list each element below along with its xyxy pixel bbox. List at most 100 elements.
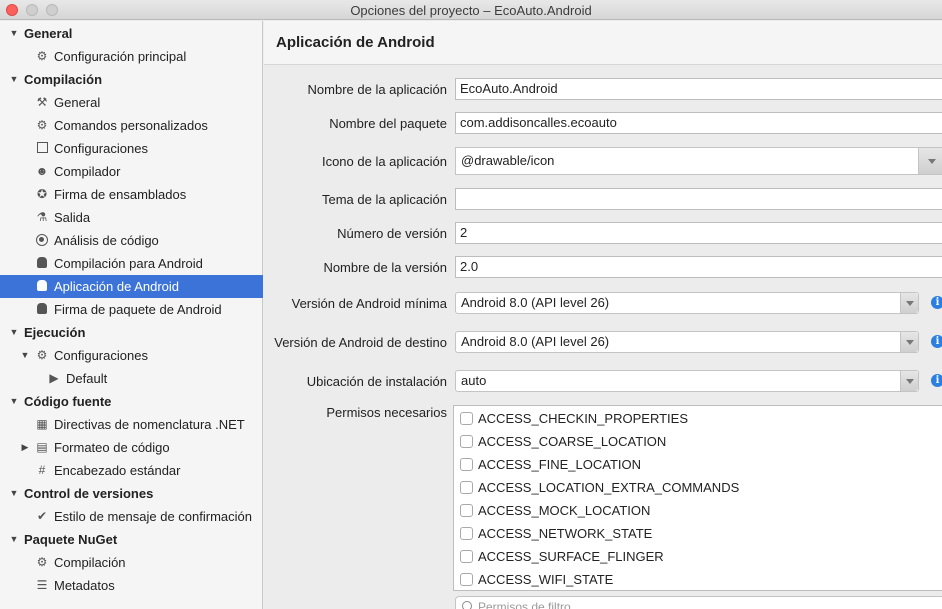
permission-checkbox[interactable] bbox=[460, 504, 473, 517]
sidebar-item-label: Firma de ensamblados bbox=[54, 187, 187, 202]
sidebar-item-metadatos[interactable]: ☰ Metadatos bbox=[0, 574, 263, 597]
sidebar-item-general[interactable]: ⚒ General bbox=[0, 91, 263, 114]
disclosure-open-icon[interactable]: ▼ bbox=[8, 68, 20, 91]
version-name-field[interactable]: 2.0 bbox=[455, 256, 942, 278]
sidebar-item-label: Análisis de código bbox=[54, 233, 159, 248]
sidebar-item-aplicacion-android[interactable]: Aplicación de Android bbox=[0, 275, 263, 298]
permission-label: ACCESS_COARSE_LOCATION bbox=[478, 434, 667, 449]
page-title: Aplicación de Android bbox=[276, 34, 435, 51]
sidebar-category-label: Código fuente bbox=[24, 394, 112, 409]
sidebar-item-nuget-compilacion[interactable]: ⚙ Compilación bbox=[0, 551, 263, 574]
disclosure-open-icon[interactable]: ▼ bbox=[8, 390, 20, 413]
sidebar-item-default[interactable]: ▶ Default bbox=[0, 367, 263, 390]
sidebar-item-directivas-nomenclatura[interactable]: ▦ Directivas de nomenclatura .NET bbox=[0, 413, 263, 436]
hammer-icon: ⚒ bbox=[36, 95, 48, 109]
chevron-down-icon[interactable] bbox=[900, 371, 918, 391]
disclosure-open-icon[interactable]: ▼ bbox=[19, 344, 31, 367]
sidebar-item-formateo-codigo[interactable]: ▶ ▤ Formateo de código bbox=[0, 436, 263, 459]
sidebar-item-label: Metadatos bbox=[54, 578, 115, 593]
app-icon-combo[interactable]: @drawable/icon bbox=[455, 147, 942, 175]
sidebar-item-label: Default bbox=[66, 371, 108, 386]
disclosure-open-icon[interactable]: ▼ bbox=[8, 482, 20, 505]
check-circle-icon: ✔ bbox=[36, 509, 48, 523]
format-icon: ▤ bbox=[36, 440, 48, 454]
permissions-label: Permisos necesarios bbox=[326, 405, 447, 420]
permissions-list: ACCESS_CHECKIN_PROPERTIES ACCESS_COARSE_… bbox=[453, 405, 942, 591]
sidebar-item-label: Aplicación de Android bbox=[54, 279, 180, 294]
app-icon-label: Icono de la aplicación bbox=[321, 154, 447, 169]
gear-icon: ⚙ bbox=[36, 118, 48, 132]
package-name-field[interactable]: com.addisoncalles.ecoauto bbox=[455, 112, 942, 134]
sidebar-category-ejecucion[interactable]: ▼ Ejecución bbox=[0, 321, 263, 344]
sidebar-item-firma-ensamblados[interactable]: ✪ Firma de ensamblados bbox=[0, 183, 263, 206]
sidebar-item-encabezado-estandar[interactable]: # Encabezado estándar bbox=[0, 459, 263, 482]
app-theme-field[interactable] bbox=[455, 188, 942, 210]
document-icon: ☰ bbox=[36, 578, 48, 592]
permission-label: ACCESS_CHECKIN_PROPERTIES bbox=[478, 411, 688, 426]
permission-label: ACCESS_SURFACE_FLINGER bbox=[478, 549, 664, 564]
title-bar: Opciones del proyecto – EcoAuto.Android bbox=[0, 0, 942, 20]
permission-checkbox[interactable] bbox=[460, 550, 473, 563]
permission-checkbox[interactable] bbox=[460, 527, 473, 540]
sidebar-item-compilacion-android[interactable]: Compilación para Android bbox=[0, 252, 263, 275]
sidebar-category-compilacion[interactable]: ▼ Compilación bbox=[0, 68, 263, 91]
sidebar-item-comandos-personalizados[interactable]: ⚙ Comandos personalizados bbox=[0, 114, 263, 137]
sidebar-item-analisis-codigo[interactable]: Análisis de código bbox=[0, 229, 263, 252]
min-android-select[interactable]: Android 8.0 (API level 26) bbox=[455, 292, 919, 314]
info-icon[interactable]: i bbox=[931, 296, 942, 309]
info-icon[interactable]: i bbox=[931, 335, 942, 348]
permission-checkbox[interactable] bbox=[460, 458, 473, 471]
target-android-value: Android 8.0 (API level 26) bbox=[461, 334, 610, 349]
app-name-field[interactable]: EcoAuto.Android bbox=[455, 78, 942, 100]
sidebar-item-salida[interactable]: ⚗ Salida bbox=[0, 206, 263, 229]
install-location-select[interactable]: auto bbox=[455, 370, 919, 392]
permissions-filter-input[interactable]: Permisos de filtro bbox=[455, 596, 942, 609]
disclosure-open-icon[interactable]: ▼ bbox=[8, 22, 20, 45]
flask-icon: ⚗ bbox=[36, 210, 48, 224]
chevron-down-icon[interactable] bbox=[900, 332, 918, 352]
sidebar-item-configuracion-principal[interactable]: ⚙ Configuración principal bbox=[0, 45, 263, 68]
app-icon-value: @drawable/icon bbox=[461, 153, 555, 168]
sidebar-item-label: Encabezado estándar bbox=[54, 463, 181, 478]
sidebar-item-ejecucion-configuraciones[interactable]: ▼ ⚙ Configuraciones bbox=[0, 344, 263, 367]
target-android-select[interactable]: Android 8.0 (API level 26) bbox=[455, 331, 919, 353]
grid-icon: ▦ bbox=[36, 417, 48, 431]
disclosure-closed-icon[interactable]: ▶ bbox=[19, 436, 31, 459]
sidebar-category-codigo-fuente[interactable]: ▼ Código fuente bbox=[0, 390, 263, 413]
app-name-label: Nombre de la aplicación bbox=[307, 82, 447, 97]
sidebar-item-configuraciones[interactable]: Configuraciones bbox=[0, 137, 263, 160]
gear-icon: ⚙ bbox=[36, 49, 48, 63]
sidebar-item-label: Formateo de código bbox=[54, 440, 170, 455]
window-title: Opciones del proyecto – EcoAuto.Android bbox=[350, 3, 592, 18]
sidebar-item-label: Compilación bbox=[54, 555, 126, 570]
options-panel: Aplicación de Android Nombre de la aplic… bbox=[264, 21, 942, 609]
sidebar-category-label: Paquete NuGet bbox=[24, 532, 118, 547]
install-location-value: auto bbox=[461, 373, 487, 388]
hash-icon: # bbox=[38, 463, 46, 477]
permission-label: ACCESS_NETWORK_STATE bbox=[478, 526, 653, 541]
sidebar-category-nuget[interactable]: ▼ Paquete NuGet bbox=[0, 528, 263, 551]
sidebar-item-label: Firma de paquete de Android bbox=[54, 302, 222, 317]
permission-checkbox[interactable] bbox=[460, 481, 473, 494]
permission-checkbox[interactable] bbox=[460, 435, 473, 448]
sidebar-item-label: Compilador bbox=[54, 164, 121, 179]
permission-checkbox[interactable] bbox=[460, 412, 473, 425]
sidebar-item-label: Salida bbox=[54, 210, 91, 225]
sidebar-category-label: Control de versiones bbox=[24, 486, 154, 501]
permission-checkbox[interactable] bbox=[460, 573, 473, 586]
sidebar-item-label: Configuraciones bbox=[54, 141, 148, 156]
package-name-label: Nombre del paquete bbox=[329, 116, 447, 131]
sidebar-category-control-versiones[interactable]: ▼ Control de versiones bbox=[0, 482, 263, 505]
robot-icon: ☻ bbox=[35, 164, 49, 178]
sidebar-item-estilo-mensaje[interactable]: ✔ Estilo de mensaje de confirmación bbox=[0, 505, 263, 528]
chevron-down-icon[interactable] bbox=[900, 293, 918, 313]
window-icon bbox=[35, 141, 49, 155]
version-number-field[interactable]: 2 bbox=[455, 222, 942, 244]
disclosure-open-icon[interactable]: ▼ bbox=[8, 321, 20, 344]
disclosure-open-icon[interactable]: ▼ bbox=[8, 528, 20, 551]
sidebar-category-general[interactable]: ▼ General bbox=[0, 22, 263, 45]
sidebar-item-firma-paquete-android[interactable]: Firma de paquete de Android bbox=[0, 298, 263, 321]
info-icon[interactable]: i bbox=[931, 374, 942, 387]
sidebar-item-compilador[interactable]: ☻ Compilador bbox=[0, 160, 263, 183]
chevron-down-icon[interactable] bbox=[918, 148, 942, 174]
